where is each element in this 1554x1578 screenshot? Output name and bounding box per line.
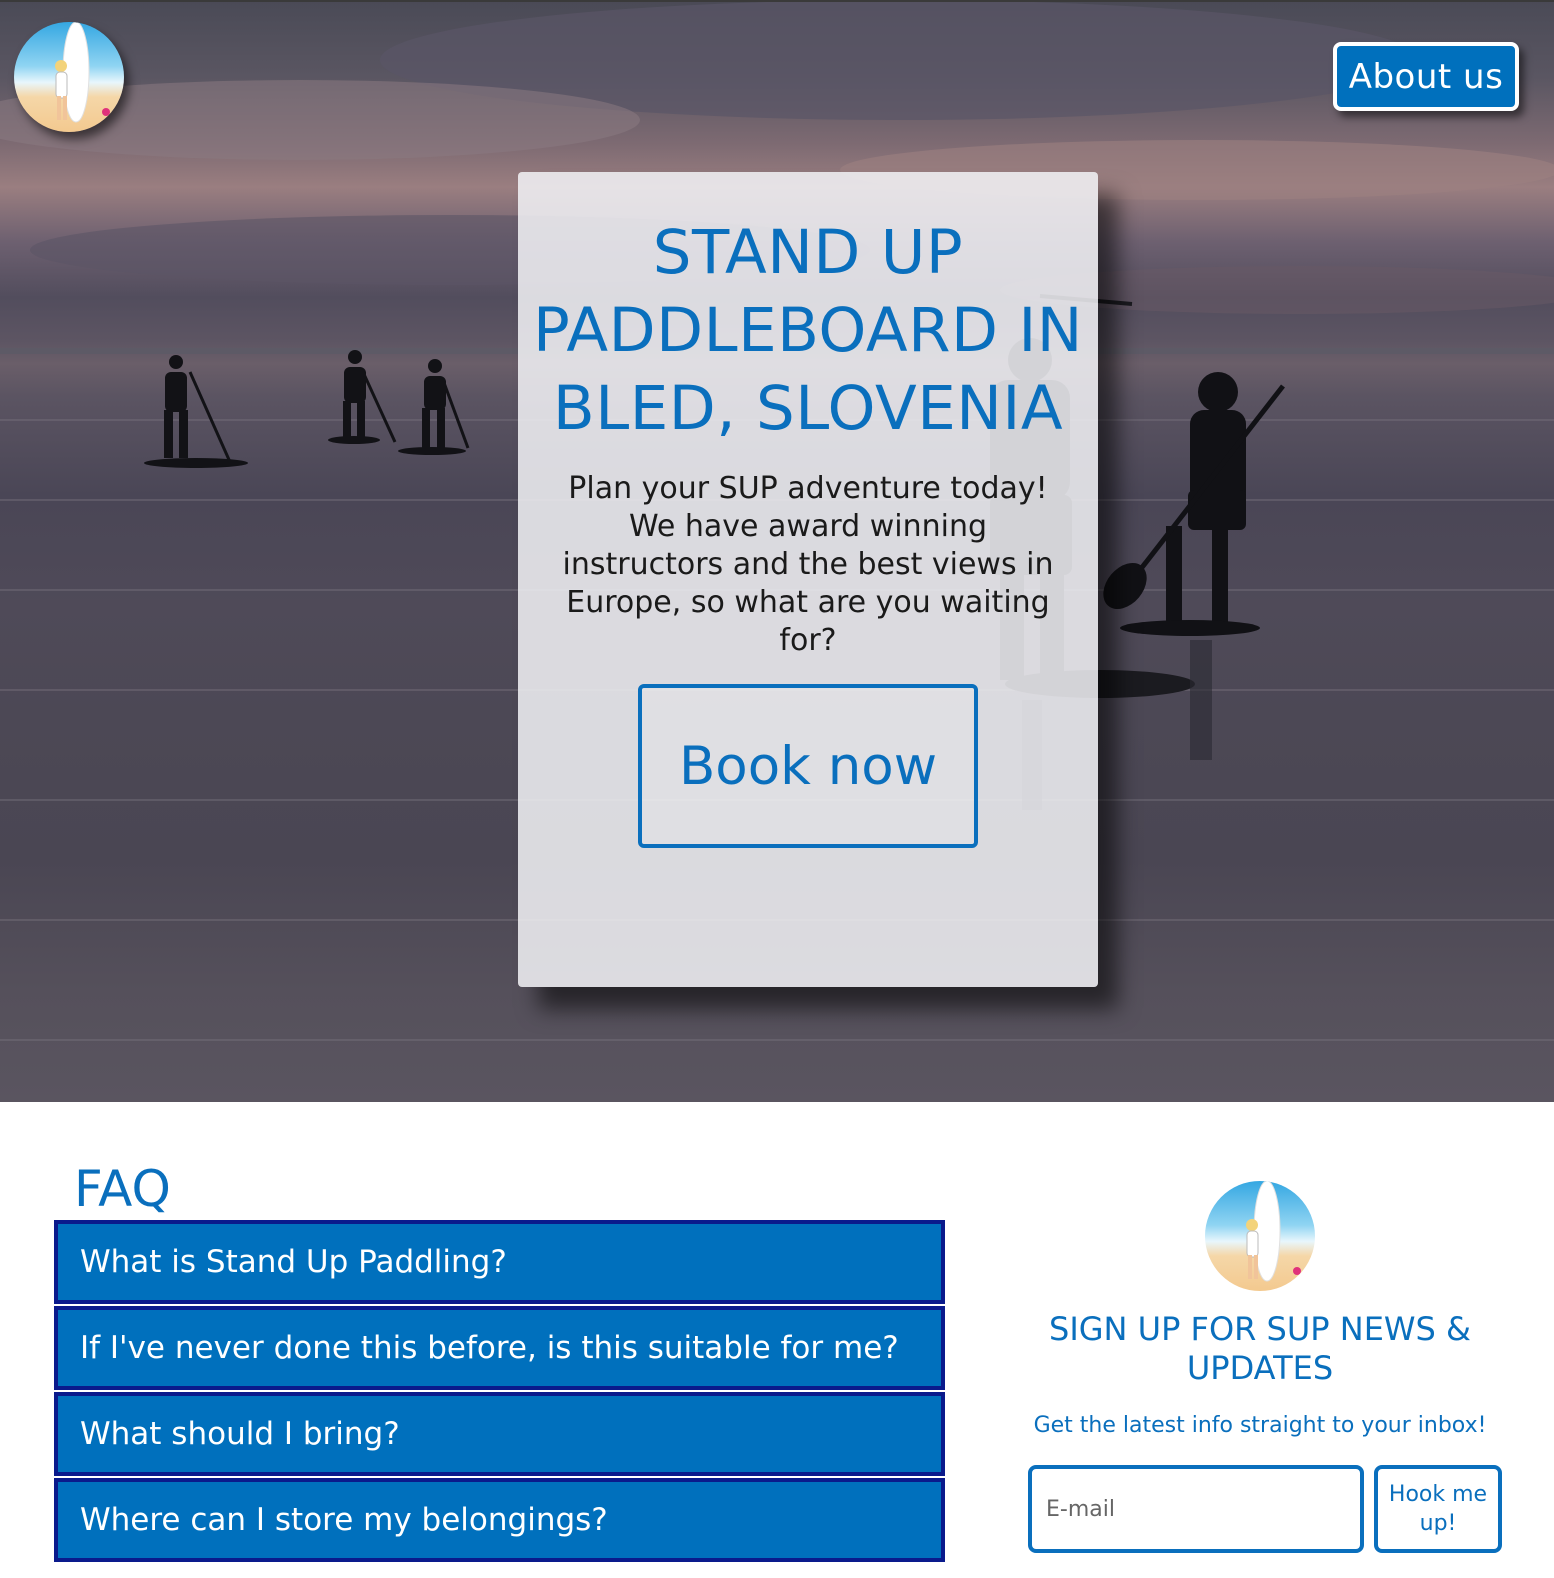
hero-section: About us STAND UP PADDLEBOARD IN BLED, S… <box>0 0 1554 1102</box>
about-us-button[interactable]: About us <box>1333 42 1519 111</box>
email-field[interactable] <box>1028 1465 1364 1553</box>
surfer-girl-logo-icon[interactable] <box>14 22 124 132</box>
faq-heading: FAQ <box>74 1160 171 1218</box>
faq-list: What is Stand Up Paddling? If I've never… <box>54 1220 945 1564</box>
signup-subtitle: Get the latest info straight to your inb… <box>1033 1413 1487 1438</box>
book-now-button[interactable]: Book now <box>638 684 978 848</box>
signup-title: SIGN UP FOR SUP NEWS & UPDATES <box>1049 1310 1471 1387</box>
surfer-girl-logo-icon <box>1205 1181 1315 1291</box>
faq-item[interactable]: What is Stand Up Paddling? <box>54 1220 945 1304</box>
top-border <box>0 0 1554 2</box>
faq-item[interactable]: If I've never done this before, is this … <box>54 1306 945 1390</box>
faq-item[interactable]: What should I bring? <box>54 1392 945 1476</box>
hook-me-up-button[interactable]: Hook me up! <box>1374 1465 1502 1553</box>
faq-item[interactable]: Where can I store my belongings? <box>54 1478 945 1562</box>
hero-card: STAND UP PADDLEBOARD IN BLED, SLOVENIA P… <box>518 172 1098 987</box>
page: About us STAND UP PADDLEBOARD IN BLED, S… <box>0 0 1554 1578</box>
hero-subtitle: Plan your SUP adventure today! We have a… <box>562 471 1054 658</box>
hero-title: STAND UP PADDLEBOARD IN BLED, SLOVENIA <box>533 217 1083 444</box>
